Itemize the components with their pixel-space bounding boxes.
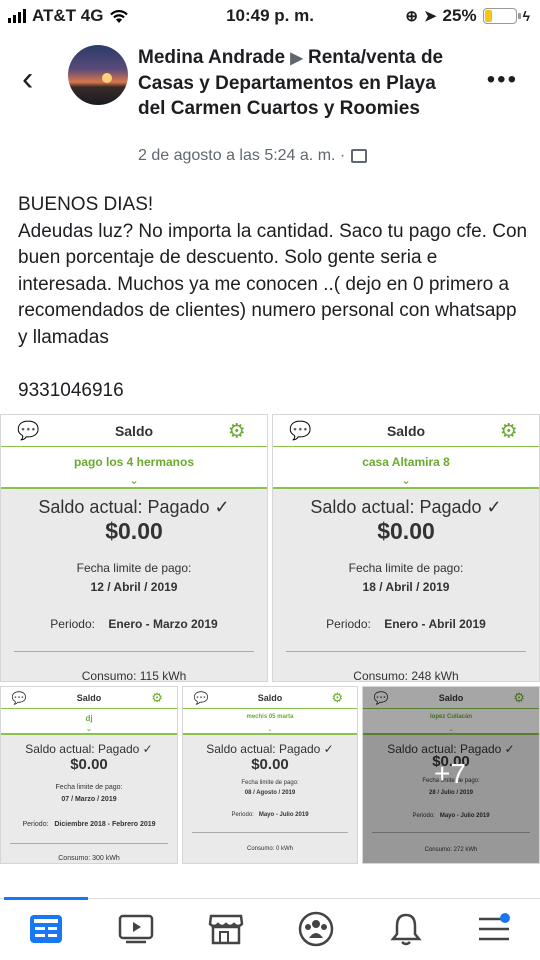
back-chevron-icon[interactable]: ‹ [22, 62, 33, 96]
fecha-label: Fecha limite de pago: [76, 561, 192, 575]
fecha-label: Fecha limite de pago: [348, 561, 464, 575]
post-meta: 2 de agosto a las 5:24 a. m. · [138, 147, 368, 165]
fecha-value: 08 / Agosto / 2019 [244, 790, 296, 796]
saldo-label: Saldo actual: Pagado ✓ [38, 497, 230, 517]
saldo-label: Saldo actual: Pagado ✓ [206, 742, 334, 756]
fecha-value: 28 / Julio / 2019 [428, 790, 474, 796]
saldo-label: Saldo actual: Pagado ✓ [25, 742, 153, 756]
watch-icon[interactable] [112, 907, 160, 951]
post-date[interactable]: 2 de agosto a las 5:24 a. m. · [138, 147, 345, 165]
photo-card[interactable]: 💬 Saldo ⚙ dj ⌄ Saldo actual: Pagado ✓ $0.00… [0, 686, 178, 864]
amount: $0.00 [251, 756, 289, 773]
photo-card[interactable]: 💬 Saldo ⚙ casa Altamira 8 ⌄ Saldo actual: P… [272, 414, 540, 682]
more-photos-count[interactable]: +7 [420, 758, 480, 790]
post-header: ‹ Medina Andrade ▶ Renta/venta de Casas … [0, 40, 540, 170]
gear-icon: ⚙ [227, 420, 246, 442]
periodo-value: Enero - Marzo 2019 [108, 617, 218, 631]
gear-icon: ⚙ [499, 420, 518, 442]
saldo-label: Saldo actual: Pagado ✓ [310, 497, 502, 517]
fecha-value: 07 / Marzo / 2019 [61, 796, 117, 803]
groups-icon[interactable] [292, 907, 340, 951]
periodo-label: Periodo: [412, 813, 435, 819]
fecha-value: 12 / Abril / 2019 [90, 580, 178, 594]
account-name: mechis 05 marta [246, 713, 294, 720]
battery-icon [482, 8, 521, 24]
location-icon: ➤ [423, 8, 437, 25]
periodo-value: Diciembre 2018 - Febrero 2019 [54, 821, 156, 828]
account-name: dj [85, 713, 93, 723]
chevron-down-icon: ⌄ [267, 726, 273, 733]
notifications-icon[interactable] [382, 907, 430, 951]
post-title: Medina Andrade ▶ Renta/venta de Casas y … [138, 45, 468, 121]
amount: $0.00 [105, 518, 163, 544]
amount: $0.00 [70, 756, 108, 773]
chevron-down-icon: ⌄ [128, 473, 140, 488]
charging-icon: ϟ [522, 8, 530, 24]
photo-card[interactable]: 💬 Saldo ⚙ mechis 05 marta ⌄ Saldo actual: P… [182, 686, 358, 864]
chat-icon: 💬 [373, 690, 389, 705]
author-name[interactable]: Medina Andrade [138, 47, 285, 68]
gear-icon: ⚙ [513, 689, 525, 705]
battery-label: 25% [442, 6, 477, 25]
account-name: lopez Culiacán [429, 713, 472, 720]
bottom-nav [0, 897, 540, 960]
periodo: Periodo: Mayo - Julio 2019 [183, 812, 357, 818]
consumo: Consumo: 248 kWh [353, 669, 459, 682]
saldo-label: Saldo actual: Pagado ✓ [387, 742, 515, 756]
periodo: Periodo: Enero - Abril 2019 [273, 617, 539, 631]
chevron-down-icon: ⌄ [448, 726, 454, 733]
periodo-value: Mayo - Julio 2019 [258, 812, 309, 818]
chevron-down-icon: ⌄ [400, 473, 412, 488]
periodo: Periodo: Mayo - Julio 2019 [363, 813, 539, 819]
rotation-lock-icon: ⊕ [405, 8, 418, 25]
fecha-label: Fecha limite de pago: [241, 780, 299, 786]
periodo-value: Mayo - Julio 2019 [439, 813, 490, 819]
periodo-label: Periodo: [50, 617, 95, 631]
gear-icon: ⚙ [151, 689, 163, 705]
news-feed-icon[interactable] [22, 907, 70, 951]
consumo: Consumo: 272 kWh [424, 847, 478, 853]
chevron-down-icon: ⌄ [85, 723, 93, 733]
consumo: Consumo: 300 kWh [58, 855, 120, 862]
more-options-icon[interactable]: ••• [487, 66, 518, 94]
periodo: Periodo: Diciembre 2018 - Febrero 2019 [1, 821, 177, 828]
avatar[interactable] [68, 45, 128, 105]
menu-icon[interactable] [470, 907, 518, 951]
account-name: pago los 4 hermanos [73, 455, 195, 469]
gear-icon: ⚙ [331, 689, 344, 705]
amount: $0.00 [377, 518, 435, 544]
consumo: Consumo: 115 kWh [81, 669, 187, 682]
periodo-value: Enero - Abril 2019 [384, 617, 486, 631]
marketplace-icon[interactable] [202, 907, 250, 951]
periodo-label: Periodo: [22, 821, 49, 828]
card-title: Saldo [438, 692, 464, 703]
periodo: Periodo: Enero - Marzo 2019 [1, 617, 267, 631]
fecha-value: 18 / Abril / 2019 [362, 580, 450, 594]
periodo-label: Periodo: [326, 617, 371, 631]
fecha-label: Fecha limite de pago: [55, 784, 123, 791]
triangle-right-icon: ▶ [290, 50, 303, 67]
post-body: BUENOS DIAS! Adeudas luz? No importa la … [18, 194, 528, 401]
notification-dot [500, 913, 510, 923]
consumo: Consumo: 0 kWh [246, 846, 294, 852]
status-bar: AT&T 4G 10:49 p. m. ⊕ ➤ 25% ϟ [0, 0, 540, 32]
photo-card[interactable]: 💬 Saldo ⚙ pago los 4 hermanos ⌄ Saldo actua… [0, 414, 268, 682]
photo-album-icon [351, 149, 368, 163]
periodo-label: Periodo: [231, 812, 254, 818]
account-name: casa Altamira 8 [362, 455, 450, 469]
active-tab-indicator [4, 897, 88, 900]
